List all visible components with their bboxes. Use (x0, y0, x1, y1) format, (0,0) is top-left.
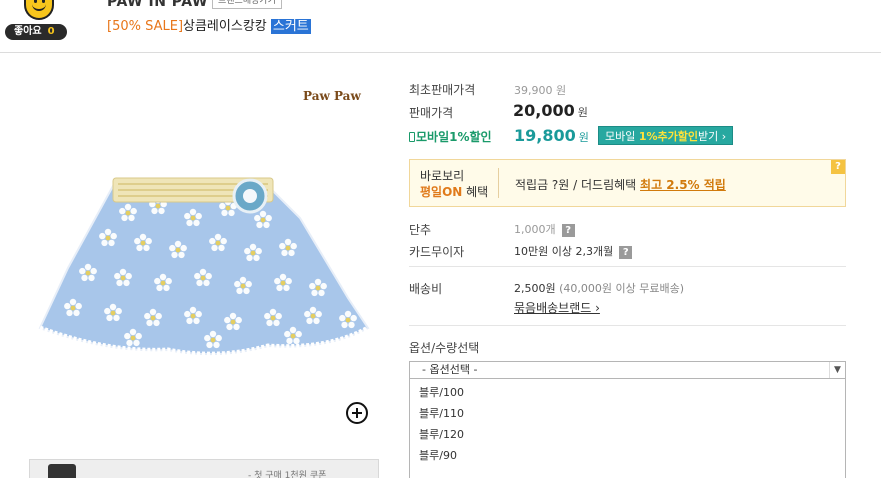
benefit-line1: 바로보리 (420, 169, 465, 183)
like-widget[interactable]: 좋아요 0 (5, 0, 67, 42)
shipping-row: 2,500원 (40,000원 이상 무료배송) (514, 280, 684, 296)
product-title: [50% SALE]상큼레이스캉캉 스커트 (107, 15, 311, 34)
original-price: 39,900 원 (514, 84, 567, 97)
mobile-coupon-button[interactable]: 모바일 1%추가할인받기 › (598, 126, 734, 145)
like-count: 0 (47, 26, 55, 37)
option-item[interactable]: 블루/90 (419, 447, 457, 463)
card-installment-row: 10만원 이상 2,3개월? (514, 243, 633, 259)
option-select-placeholder: - 옵션선택 - (422, 363, 478, 376)
product-image[interactable] (28, 78, 380, 428)
shipping-fee: 2,500원 (514, 282, 556, 295)
option-item[interactable]: 블루/110 (419, 405, 464, 421)
brand-logo: Paw Paw (303, 89, 361, 103)
section-divider (409, 266, 846, 267)
phone-icon (48, 464, 76, 478)
benefit-divider (498, 168, 499, 198)
app-coupon-banner[interactable]: - 첫 구매 1천원 쿠폰 (29, 459, 379, 478)
zoom-in-icon[interactable] (346, 402, 368, 424)
coupon-prefix: 모바일 (605, 130, 639, 143)
shipping-label: 배송비 (409, 282, 443, 296)
benefit-link[interactable]: 최고 2.5% 적립 (640, 178, 726, 192)
card-help-icon[interactable]: ? (619, 245, 633, 259)
card-installment-label: 카드무이자 (409, 245, 465, 259)
benefit-line2: 평일ON 혜택 (420, 184, 488, 200)
option-dropdown-list: 블루/100 블루/110 블루/120 블루/90 (409, 379, 846, 478)
coupon-highlight: 1%추가할인 (638, 130, 699, 143)
product-header: 좋아요 0 PAW IN PAW 브랜드매장가기 [50% SALE]상큼레이스캉… (0, 0, 881, 53)
currency-unit: 원 (577, 106, 588, 119)
smiley-icon (24, 0, 54, 20)
coupon-suffix: 받기 › (698, 130, 727, 143)
mobile-price-value: 19,800 (514, 126, 576, 145)
sale-tag: [50% SALE] (107, 19, 184, 34)
mobile-currency-unit: 원 (578, 131, 589, 144)
benefit-detail: 적립금 ?원 / 더드림혜택 최고 2.5% 적립 (515, 176, 726, 193)
product-title-text: 상큼레이스캉캉 (183, 19, 267, 34)
dan-help-icon[interactable]: ? (561, 223, 575, 237)
benefit-on-label: 평일ON (420, 185, 463, 199)
like-label: 좋아요 (14, 26, 42, 37)
option-item[interactable]: 블루/100 (419, 384, 464, 400)
dan-value-row: 1,000개? (514, 221, 575, 237)
mobile-discount-text: 모바일1%할인 (416, 130, 492, 144)
benefit-box: 바로보리 평일ON 혜택 적립금 ?원 / 더드림혜택 최고 2.5% 적립 ? (409, 159, 846, 207)
section-divider (409, 325, 846, 326)
benefit-title: 바로보리 평일ON 혜택 (420, 168, 488, 200)
benefit-line2-rest: 혜택 (462, 185, 489, 199)
option-item[interactable]: 블루/120 (419, 426, 464, 442)
dan-label: 단추 (409, 223, 432, 237)
skirt-illustration (38, 177, 370, 357)
sale-price-label: 판매가격 (409, 106, 454, 120)
benefit-help-icon[interactable]: ? (831, 160, 845, 174)
option-select[interactable]: - 옵션선택 - ▼ (409, 361, 846, 379)
brand-name[interactable]: PAW IN PAW (107, 0, 208, 10)
mobile-phone-icon (409, 132, 415, 142)
card-installment-value: 10만원 이상 2,3개월 (514, 245, 614, 258)
dan-value: 1,000개 (514, 223, 556, 236)
like-button[interactable]: 좋아요 0 (5, 24, 67, 40)
banner-text: - 첫 구매 1천원 쿠폰 (248, 471, 327, 478)
sale-price-value: 20,000 (513, 101, 575, 120)
brand-shop-button[interactable]: 브랜드매장가기 (212, 0, 282, 9)
product-title-highlight: 스커트 (270, 19, 311, 34)
option-label: 옵션/수량선택 (409, 341, 480, 355)
chevron-down-icon[interactable]: ▼ (829, 362, 845, 378)
shipping-note: (40,000원 이상 무료배송) (559, 282, 685, 295)
original-price-label: 최초판매가격 (409, 83, 476, 97)
mobile-discount-label: 모바일1%할인 (409, 128, 492, 145)
sale-price: 20,000 원 (513, 101, 588, 120)
mobile-price: 19,800 원 (514, 126, 589, 145)
bundle-shipping-link[interactable]: 묶음배송브랜드 › (514, 299, 600, 316)
benefit-text: 적립금 ?원 / 더드림혜택 (515, 178, 641, 192)
